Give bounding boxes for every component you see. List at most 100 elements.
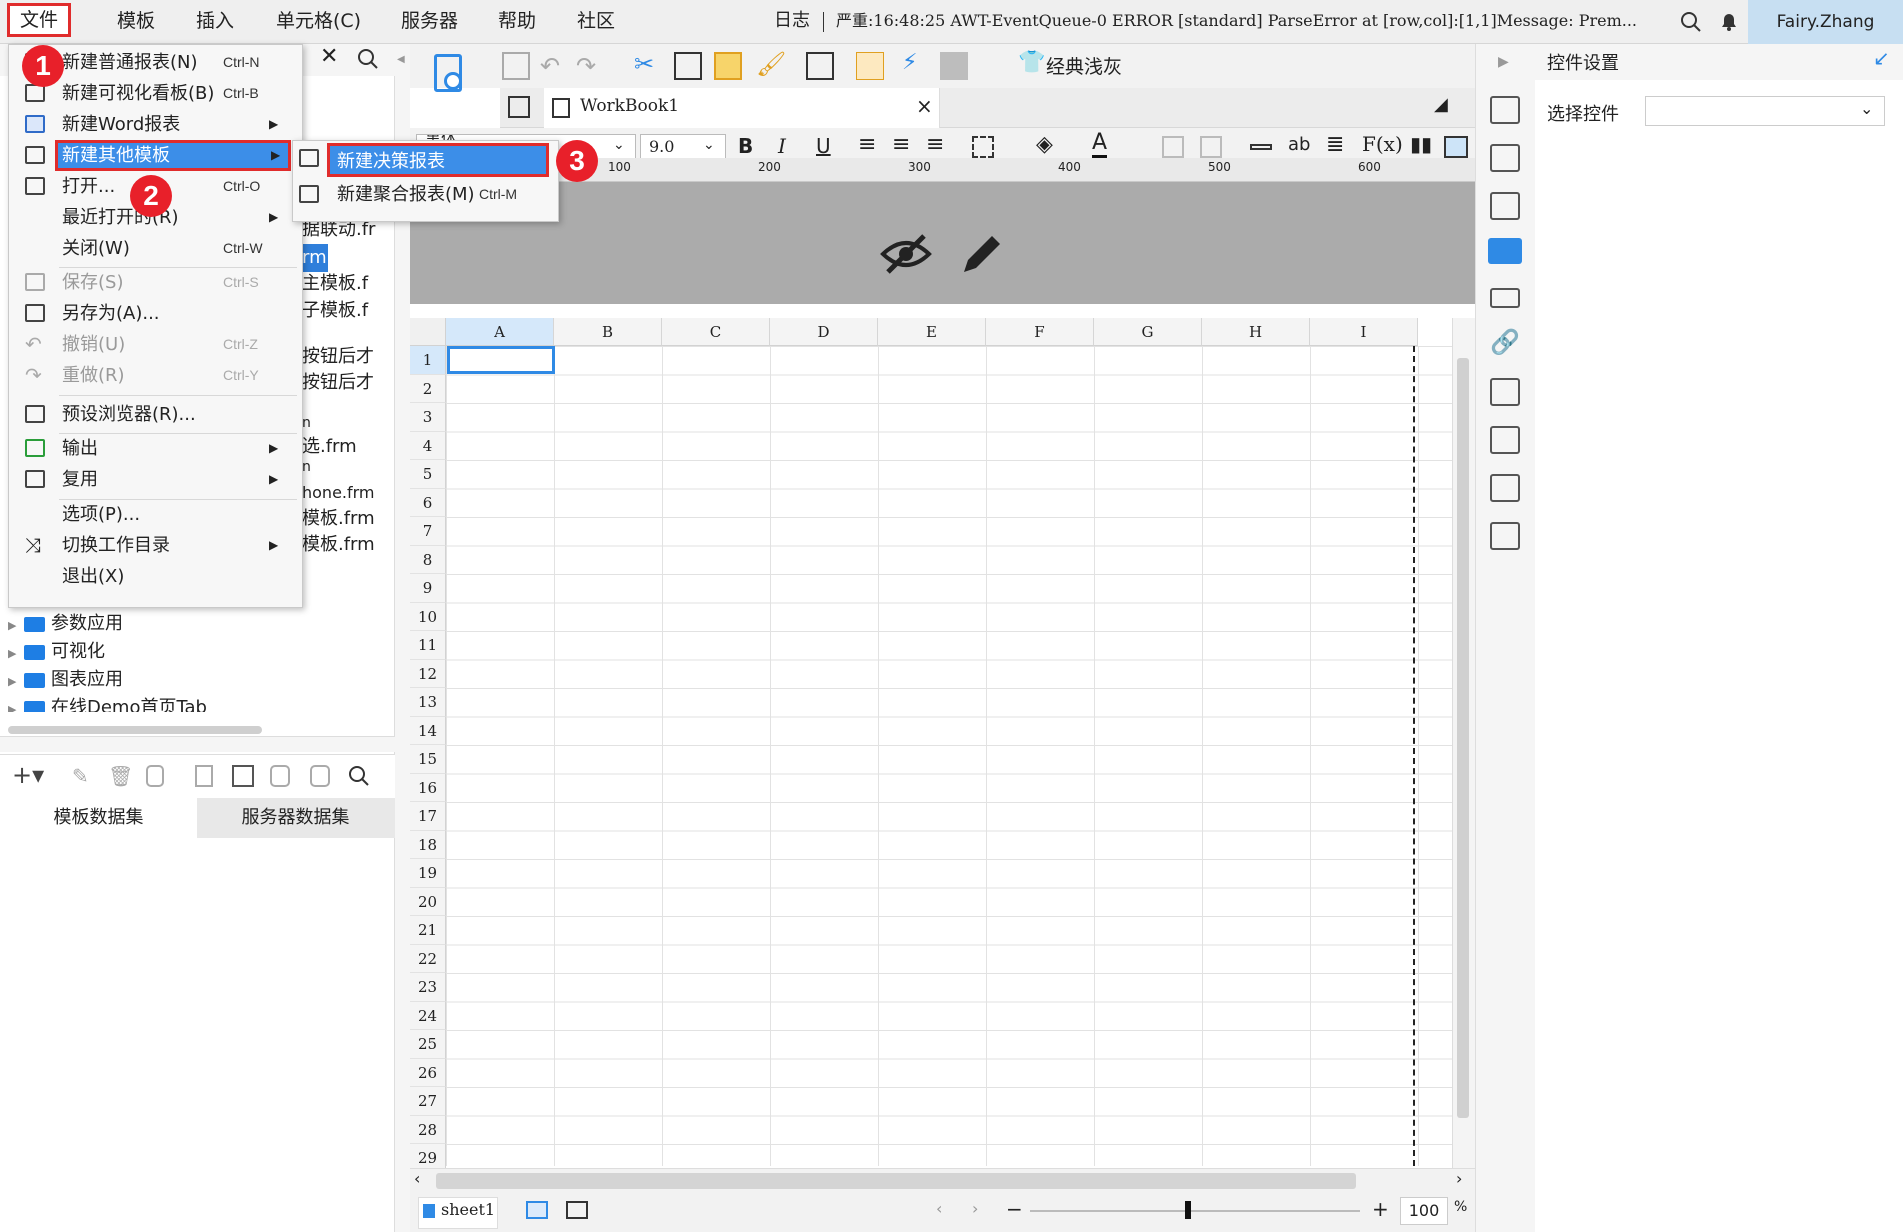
split-icon[interactable] (1200, 136, 1222, 158)
row-header[interactable]: 21 (410, 916, 446, 945)
element-icon[interactable] (1490, 192, 1520, 220)
menu-cell[interactable]: 单元格(C) (276, 0, 361, 42)
row-header[interactable]: 22 (410, 944, 446, 973)
column-header-d[interactable]: D (770, 318, 878, 346)
menu-switch-dir[interactable]: ⤨ 切换工作目录 ▶ (9, 530, 302, 561)
menu-insert[interactable]: 插入 (196, 0, 234, 42)
row-header[interactable]: 27 (410, 1087, 446, 1116)
row-header[interactable]: 6 (410, 488, 446, 517)
zoom-in-icon[interactable]: + (1372, 1197, 1389, 1221)
column-header-b[interactable]: B (554, 318, 662, 346)
menu-new-decision-report[interactable]: 新建决策报表 (293, 143, 558, 177)
align-right-icon[interactable]: ≡ (926, 132, 944, 157)
tab-template-dataset[interactable]: 模板数据集 (0, 798, 197, 838)
zoom-input[interactable]: 100 (1400, 1197, 1448, 1225)
row-header[interactable]: 16 (410, 773, 446, 802)
folder-item[interactable]: ▶ 图表应用 (8, 666, 388, 694)
format-painter-icon[interactable]: 🖌 (756, 50, 786, 78)
db-refresh-icon[interactable] (270, 765, 290, 787)
vertical-splitter[interactable]: ◀ (395, 44, 410, 1232)
zoom-slider-track[interactable] (1030, 1210, 1360, 1212)
column-header-i[interactable]: I (1310, 318, 1418, 346)
menu-help[interactable]: 帮助 (498, 0, 536, 42)
menu-save[interactable]: 保存(S) Ctrl-S (9, 267, 302, 298)
align-center-icon[interactable]: ≡ (892, 132, 910, 157)
theme-label[interactable]: 经典浅灰 (1046, 52, 1122, 79)
folder-item[interactable]: ▶ 参数应用 (8, 610, 388, 638)
widget-settings-icon[interactable] (1488, 238, 1522, 264)
menu-save-as[interactable]: 另存为(A)... (9, 298, 302, 329)
scroll-right-icon[interactable]: › (1456, 1169, 1462, 1188)
row-header[interactable]: 25 (410, 1030, 446, 1059)
image-icon[interactable] (1444, 136, 1468, 158)
column-header-h[interactable]: H (1202, 318, 1310, 346)
folder-item[interactable]: ▶ 在线Demo首页Tab (8, 694, 388, 712)
log-label[interactable]: 日志 (774, 0, 810, 42)
horizontal-scrollbar[interactable]: ‹ › (410, 1169, 1475, 1193)
tree-icon[interactable] (1490, 474, 1520, 502)
text-wrap-icon[interactable]: ab (1288, 134, 1310, 155)
chart-icon[interactable]: ▮▮ (1410, 132, 1432, 156)
row-header[interactable]: 7 (410, 517, 446, 546)
row-header[interactable]: 5 (410, 460, 446, 489)
row-header[interactable]: 20 (410, 887, 446, 916)
row-icon[interactable] (1250, 144, 1272, 150)
tab-server-dataset[interactable]: 服务器数据集 (197, 798, 394, 838)
row-header[interactable]: 9 (410, 574, 446, 603)
menu-browser[interactable]: 预设浏览器(R)... (9, 399, 302, 430)
dataset-search-icon[interactable] (348, 765, 370, 787)
menu-community[interactable]: 社区 (577, 0, 615, 42)
close-tab-icon[interactable]: × (916, 94, 933, 118)
delete-icon[interactable]: 🗑 (108, 764, 133, 788)
user-account[interactable]: Fairy.Zhang (1748, 0, 1903, 44)
layout-icon[interactable] (1490, 426, 1520, 454)
tab-menu-icon[interactable]: ◢ (1434, 94, 1448, 115)
db-settings-icon[interactable] (310, 765, 330, 787)
add-report-sheet-icon[interactable] (566, 1201, 588, 1219)
menu-export[interactable]: 输出 ▶ (9, 433, 302, 464)
menu-new-aggregate-report[interactable]: 新建聚合报表(M) Ctrl-M (293, 179, 558, 210)
add-sheet-icon[interactable] (526, 1201, 548, 1219)
select-widget-dropdown[interactable]: ⌄ (1645, 96, 1885, 126)
export-icon[interactable] (1490, 522, 1520, 550)
tree-item-selected[interactable]: rm (302, 244, 328, 272)
align-left-icon[interactable]: ≡ (858, 132, 876, 157)
edit-icon[interactable]: ✎ (72, 764, 89, 788)
column-header-f[interactable]: F (986, 318, 1094, 346)
data-icon[interactable] (1490, 378, 1520, 406)
preview-page-icon[interactable] (806, 52, 834, 80)
save-icon[interactable] (502, 52, 530, 80)
menu-new-other[interactable]: 新建其他模板 ▶ (9, 140, 302, 171)
sheet-tab[interactable]: sheet1 (418, 1197, 498, 1229)
plugin-icon[interactable]: ⚡ (902, 50, 917, 75)
pane-splitter[interactable] (0, 736, 395, 752)
tree-item[interactable]: 按钮后才 (302, 343, 375, 371)
cut-icon[interactable]: ✂ (634, 50, 654, 78)
tree-item[interactable]: 主模板.f (302, 270, 375, 298)
font-color-icon[interactable]: A (1092, 130, 1108, 159)
database-icon[interactable] (146, 765, 164, 787)
tree-search-icon[interactable] (357, 48, 379, 70)
row-header[interactable]: 24 (410, 1001, 446, 1030)
add-dataset-icon[interactable]: +▾ (12, 761, 44, 789)
undo-icon[interactable]: ↶ (540, 52, 560, 80)
condition-icon[interactable] (1490, 288, 1520, 308)
merge-icon[interactable] (1162, 136, 1184, 158)
vertical-scroll-thumb[interactable] (1457, 358, 1469, 1118)
redo-icon[interactable]: ↷ (576, 52, 596, 80)
scroll-left-icon[interactable]: ‹ (414, 1169, 420, 1188)
menu-redo[interactable]: ↷ 重做(R) Ctrl-Y (9, 360, 302, 391)
expand-caret-icon[interactable]: ▶ (8, 668, 24, 696)
row-header[interactable]: 15 (410, 745, 446, 774)
paragraph-icon[interactable]: ≣ (1326, 132, 1344, 157)
menu-template[interactable]: 模板 (117, 0, 155, 42)
row-header[interactable]: 2 (410, 374, 446, 403)
border-icon[interactable] (972, 136, 994, 158)
folder-item[interactable]: ▶ 可视化 (8, 638, 388, 666)
column-header-a[interactable]: A (446, 318, 554, 346)
italic-icon[interactable]: I (778, 134, 786, 158)
row-header[interactable]: 14 (410, 716, 446, 745)
cell-grid[interactable] (446, 346, 1475, 1166)
tree-item[interactable]: 模板.frm (302, 531, 375, 559)
disabled-icon[interactable] (940, 52, 968, 80)
